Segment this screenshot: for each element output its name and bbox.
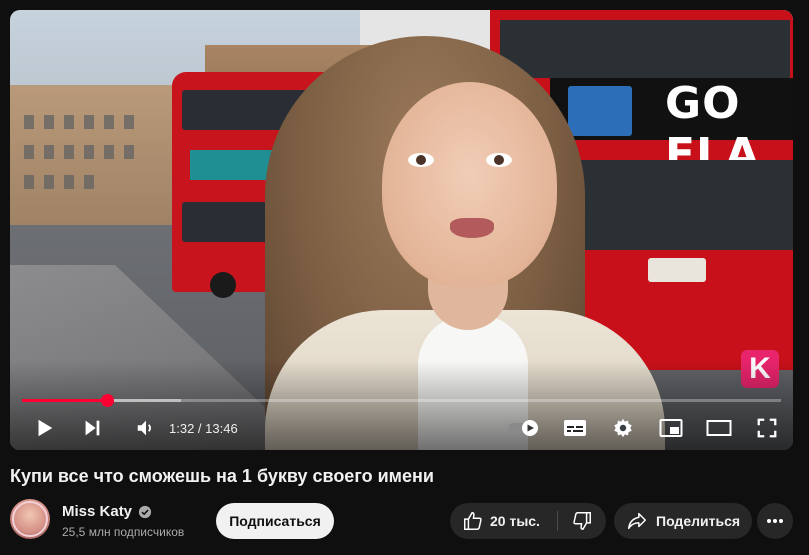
building: [10, 85, 180, 245]
eye: [486, 153, 512, 167]
video-title: Купи все что сможешь на 1 букву своего и…: [10, 466, 434, 486]
player-controls: 1:32 / 13:46: [10, 410, 793, 446]
like-count: 20 тыс.: [490, 513, 540, 529]
subscribe-button[interactable]: Подписаться: [216, 503, 334, 539]
verified-check-icon: [138, 505, 152, 518]
theater-mode-icon: [706, 420, 732, 436]
thumbs-up-icon: [464, 512, 482, 530]
like-dislike-group: 20 тыс.: [450, 503, 606, 539]
time-total: 13:46: [205, 421, 238, 436]
settings-button[interactable]: [608, 414, 638, 442]
more-actions-button[interactable]: [757, 503, 793, 539]
fullscreen-icon: [757, 418, 777, 438]
theater-mode-button[interactable]: [704, 414, 734, 442]
miniplayer-icon: [659, 419, 683, 437]
volume-icon: [137, 420, 152, 436]
volume-button[interactable]: [132, 414, 160, 442]
autoplay-toggle-icon: [508, 420, 538, 436]
time-display: 1:32 / 13:46: [169, 421, 238, 436]
subtitles-icon: [564, 420, 586, 436]
channel-name-row[interactable]: Miss Katy: [62, 503, 152, 520]
video-frame[interactable]: GO FLA K: [10, 10, 793, 450]
next-icon: [85, 420, 100, 436]
fullscreen-button[interactable]: [752, 414, 782, 442]
autoplay-toggle[interactable]: [504, 414, 544, 442]
eye: [408, 153, 434, 167]
subtitles-button[interactable]: [560, 414, 590, 442]
channel-name[interactable]: Miss Katy: [62, 503, 132, 520]
progress-bar[interactable]: [22, 394, 781, 407]
play-button[interactable]: [30, 414, 58, 442]
play-icon: [38, 419, 53, 437]
mouth: [450, 218, 494, 238]
like-button[interactable]: 20 тыс.: [450, 503, 557, 539]
person-face: [382, 82, 557, 287]
time-current: 1:32: [169, 421, 195, 436]
miniplayer-button[interactable]: [656, 414, 686, 442]
scrubber-handle[interactable]: [100, 394, 114, 407]
video-player[interactable]: GO FLA K 1:32 / 13:46: [10, 10, 793, 450]
time-separator: /: [194, 421, 206, 436]
thumbs-down-icon: [573, 512, 591, 530]
gear-icon: [614, 418, 632, 438]
next-button[interactable]: [78, 414, 106, 442]
progress-fill: [22, 399, 107, 402]
subscriber-count: 25,5 млн подписчиков: [62, 525, 185, 539]
dislike-button[interactable]: [558, 503, 606, 539]
channel-avatar[interactable]: [10, 499, 50, 539]
share-label: Поделиться: [656, 513, 741, 529]
share-button[interactable]: Поделиться: [614, 503, 752, 539]
more-horizontal-icon: [767, 519, 783, 523]
share-arrow-icon: [628, 512, 646, 530]
